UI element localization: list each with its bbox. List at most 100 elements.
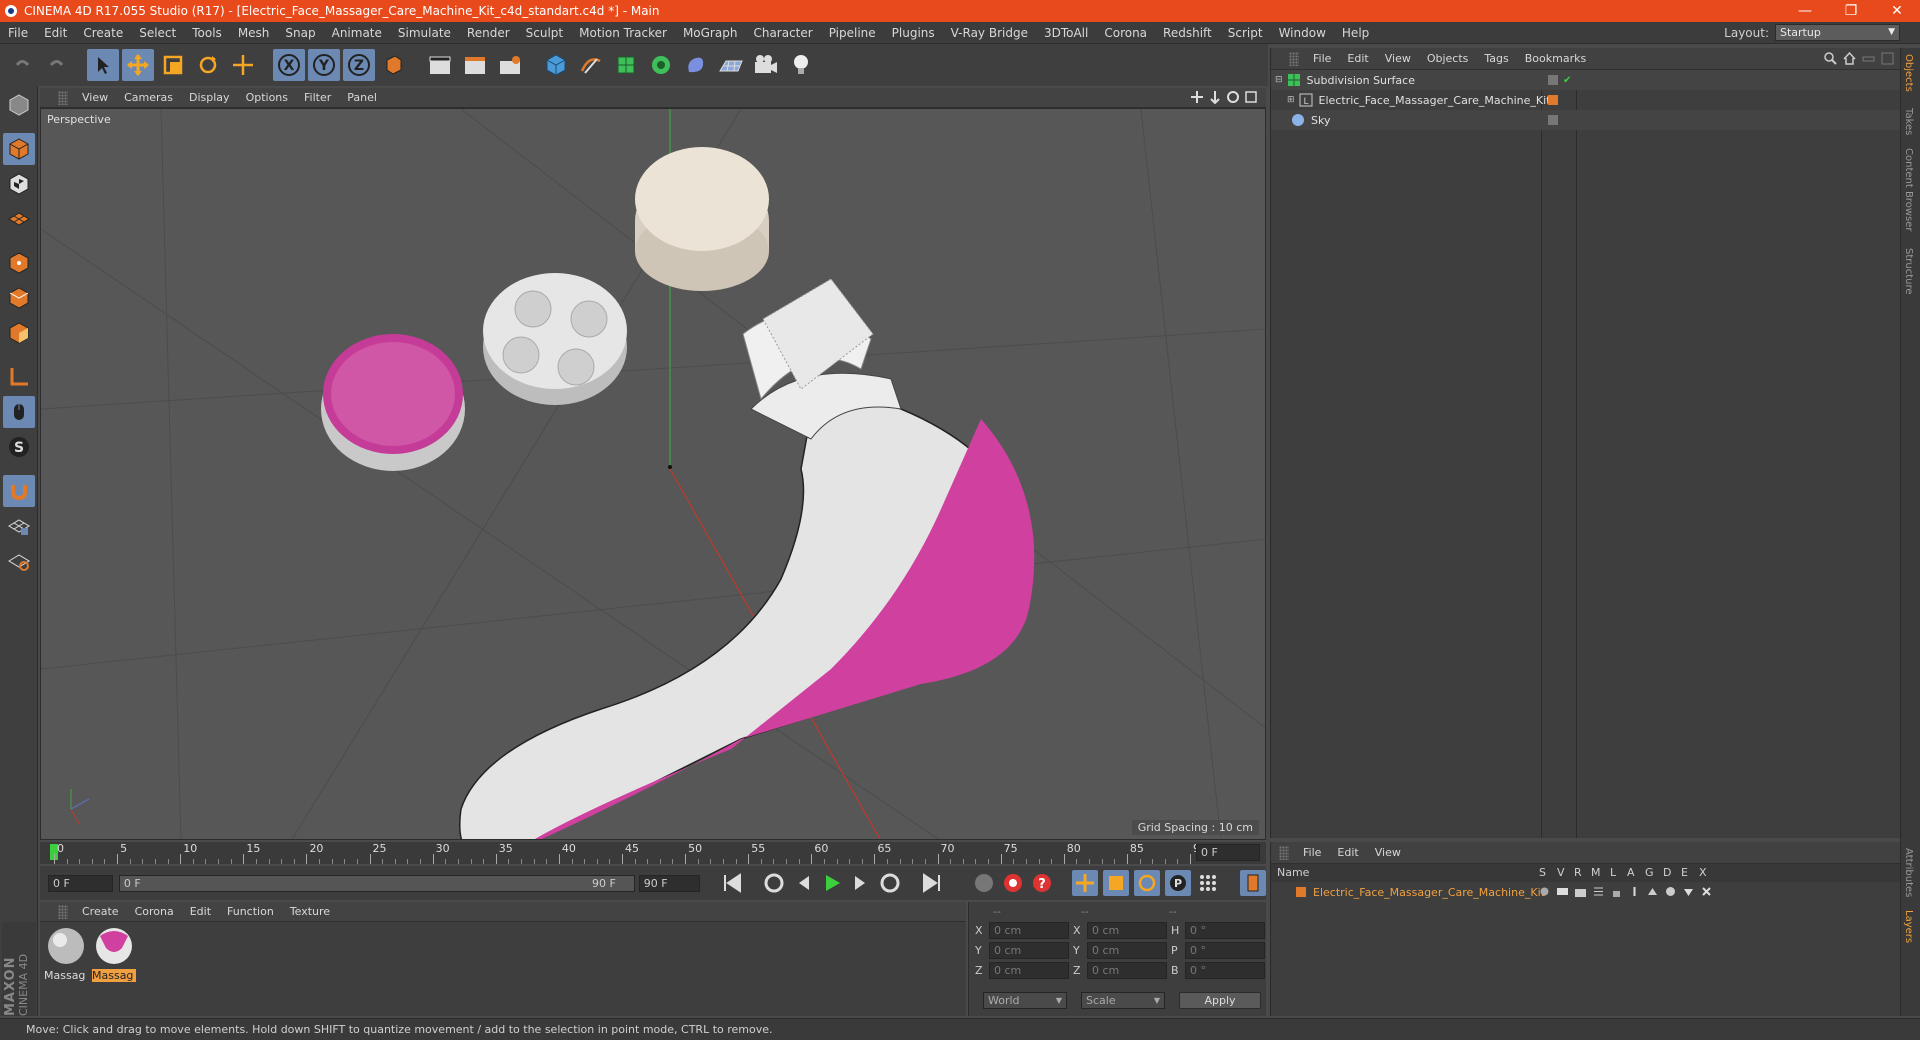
- key-pla-icon[interactable]: [1196, 871, 1220, 895]
- redo-button[interactable]: [41, 49, 73, 81]
- tab-content-browser[interactable]: Content Browser: [1903, 148, 1914, 231]
- collapse-icon[interactable]: ⊟: [1275, 75, 1283, 85]
- move-tool-button[interactable]: [122, 49, 154, 81]
- apply-button[interactable]: Apply: [1179, 992, 1261, 1009]
- timeline-window-button[interactable]: [1240, 870, 1266, 896]
- play-forward-icon[interactable]: [820, 871, 844, 895]
- go-to-end-icon[interactable]: [920, 871, 944, 895]
- column-xref[interactable]: X: [1699, 866, 1707, 879]
- layer-menu-file[interactable]: File: [1295, 846, 1329, 859]
- tab-objects[interactable]: Objects: [1903, 54, 1914, 92]
- dolly-view-icon[interactable]: [1208, 90, 1222, 104]
- render-clapper-icon[interactable]: [1575, 886, 1586, 897]
- z-axis-button[interactable]: Z: [343, 49, 375, 81]
- layer-menu-edit[interactable]: Edit: [1329, 846, 1366, 859]
- column-generators[interactable]: G: [1645, 866, 1654, 879]
- key-parameter-button[interactable]: P: [1165, 870, 1191, 896]
- panel-grip[interactable]: [58, 90, 68, 105]
- coordinate-field[interactable]: 0 cm: [989, 941, 1069, 959]
- column-locked[interactable]: L: [1610, 866, 1616, 879]
- menu-mograph[interactable]: MoGraph: [675, 26, 746, 40]
- previous-key-icon[interactable]: [762, 871, 786, 895]
- coordinate-mode-select[interactable]: World ▼: [983, 992, 1067, 1009]
- column-visible[interactable]: V: [1557, 866, 1565, 879]
- y-axis-button[interactable]: Y: [308, 49, 340, 81]
- coordinate-field[interactable]: 0 °: [1185, 961, 1265, 979]
- points-mode-button[interactable]: [3, 247, 35, 279]
- viewport-menu-panel[interactable]: Panel: [339, 91, 385, 104]
- object-row-subdivision[interactable]: ⊟ Subdivision Surface ✔: [1271, 70, 1901, 90]
- search-icon[interactable]: [1824, 52, 1837, 65]
- tab-attributes[interactable]: Attributes: [1903, 848, 1914, 897]
- tweak-mode-button[interactable]: [3, 396, 35, 428]
- menu-file[interactable]: File: [0, 26, 36, 40]
- floor-button[interactable]: [715, 49, 747, 81]
- scale-tool-button[interactable]: [157, 49, 189, 81]
- polygons-mode-button[interactable]: [3, 317, 35, 349]
- viewport-menu-filter[interactable]: Filter: [296, 91, 339, 104]
- minimize-button[interactable]: —: [1782, 0, 1828, 22]
- menu-render[interactable]: Render: [459, 26, 518, 40]
- material-menu-texture[interactable]: Texture: [282, 905, 338, 918]
- generator-icon[interactable]: [1647, 886, 1658, 897]
- menu-help[interactable]: Help: [1334, 26, 1377, 40]
- menu-script[interactable]: Script: [1220, 26, 1271, 40]
- menu-sculpt[interactable]: Sculpt: [518, 26, 571, 40]
- edges-mode-button[interactable]: [3, 282, 35, 314]
- menu-plugins[interactable]: Plugins: [884, 26, 943, 40]
- column-animation[interactable]: A: [1627, 866, 1635, 879]
- menu-tools[interactable]: Tools: [184, 26, 230, 40]
- layer-orange-icon[interactable]: [1547, 94, 1559, 106]
- make-editable-button[interactable]: [3, 89, 35, 121]
- column-expressions[interactable]: E: [1681, 866, 1688, 879]
- live-select-button[interactable]: [227, 49, 259, 81]
- object-menu-view[interactable]: View: [1377, 52, 1419, 65]
- current-frame-field[interactable]: 0 F: [1196, 844, 1260, 861]
- menu-motion-tracker[interactable]: Motion Tracker: [571, 26, 675, 40]
- material-menu-edit[interactable]: Edit: [182, 905, 219, 918]
- auto-keying-icon[interactable]: [1001, 871, 1025, 895]
- object-row-sky[interactable]: Sky: [1271, 110, 1901, 130]
- cloner-button[interactable]: [645, 49, 677, 81]
- render-picture-viewer-button[interactable]: [459, 49, 491, 81]
- menu-window[interactable]: Window: [1271, 26, 1334, 40]
- viewport-menu-options[interactable]: Options: [238, 91, 296, 104]
- menu-select[interactable]: Select: [131, 26, 184, 40]
- key-rotation-button[interactable]: [1134, 870, 1160, 896]
- render-view-button[interactable]: [424, 49, 456, 81]
- menu-animate[interactable]: Animate: [324, 26, 390, 40]
- viewport-menu-view[interactable]: View: [74, 91, 116, 104]
- object-menu-file[interactable]: File: [1305, 52, 1339, 65]
- menu-mesh[interactable]: Mesh: [230, 26, 278, 40]
- enabled-check-icon[interactable]: ✔: [1563, 75, 1571, 86]
- go-to-start-icon[interactable]: [720, 871, 744, 895]
- coordinate-field[interactable]: 0 cm: [1087, 961, 1167, 979]
- next-key-icon[interactable]: [878, 871, 902, 895]
- coordinate-field[interactable]: 0 cm: [1087, 941, 1167, 959]
- layer-menu-view[interactable]: View: [1367, 846, 1409, 859]
- material-menu-function[interactable]: Function: [219, 905, 282, 918]
- previous-frame-icon[interactable]: [791, 871, 815, 895]
- menu-create[interactable]: Create: [75, 26, 131, 40]
- deformer-icon[interactable]: [1665, 886, 1676, 897]
- coordinate-field[interactable]: 0 cm: [989, 961, 1069, 979]
- orbit-view-icon[interactable]: [1226, 90, 1240, 104]
- magnet-button[interactable]: [3, 475, 35, 507]
- menu-pipeline[interactable]: Pipeline: [821, 26, 884, 40]
- camera-button[interactable]: [750, 49, 782, 81]
- start-frame-field[interactable]: 0 F: [48, 874, 113, 892]
- menu-simulate[interactable]: Simulate: [390, 26, 459, 40]
- end-frame-field[interactable]: 90 F: [638, 874, 700, 892]
- minimize-panel-icon[interactable]: [1862, 52, 1875, 65]
- planar-workplane-button[interactable]: [3, 545, 35, 577]
- column-deformers[interactable]: D: [1663, 866, 1671, 879]
- collapse-icon[interactable]: ⊞: [1287, 95, 1295, 105]
- subdivision-surface-button[interactable]: [610, 49, 642, 81]
- coordinate-field[interactable]: 0 °: [1185, 941, 1265, 959]
- layer-row[interactable]: Electric_Face_Massager_Care_Machine_Kit: [1271, 882, 1900, 902]
- expression-icon[interactable]: [1683, 886, 1694, 897]
- animation-icon[interactable]: [1629, 886, 1640, 897]
- solo-dot-icon[interactable]: [1539, 886, 1550, 897]
- cube-button[interactable]: [540, 49, 572, 81]
- object-menu-bookmarks[interactable]: Bookmarks: [1517, 52, 1594, 65]
